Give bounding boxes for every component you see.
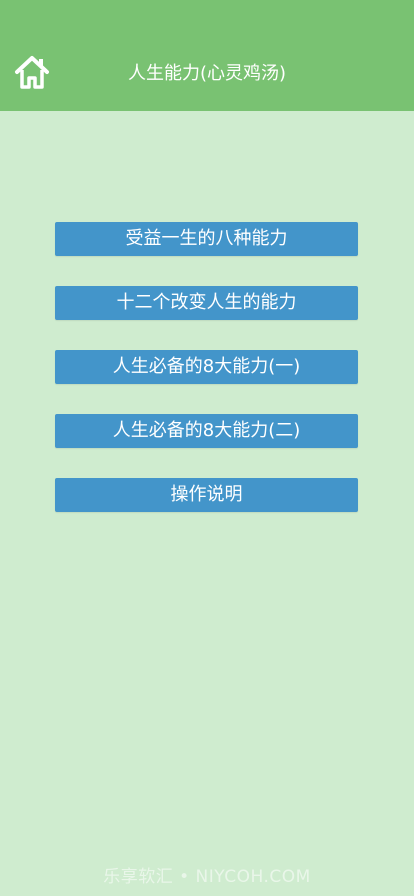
watermark: 乐享软汇 • NIYCOH.COM: [103, 867, 311, 887]
app-header: 人生能力(心灵鸡汤): [0, 0, 414, 111]
page-title: 人生能力(心灵鸡汤): [127, 63, 287, 84]
menu-button-instructions[interactable]: 操作说明: [55, 478, 358, 512]
menu-button-eight-abilities[interactable]: 受益一生的八种能力: [55, 222, 358, 256]
menu-button-essential-abilities-1[interactable]: 人生必备的8大能力(一): [55, 350, 358, 384]
menu-button-twelve-abilities[interactable]: 十二个改变人生的能力: [55, 286, 358, 320]
menu-button-essential-abilities-2[interactable]: 人生必备的8大能力(二): [55, 414, 358, 448]
menu-list: 受益一生的八种能力 十二个改变人生的能力 人生必备的8大能力(一) 人生必备的8…: [55, 222, 358, 542]
